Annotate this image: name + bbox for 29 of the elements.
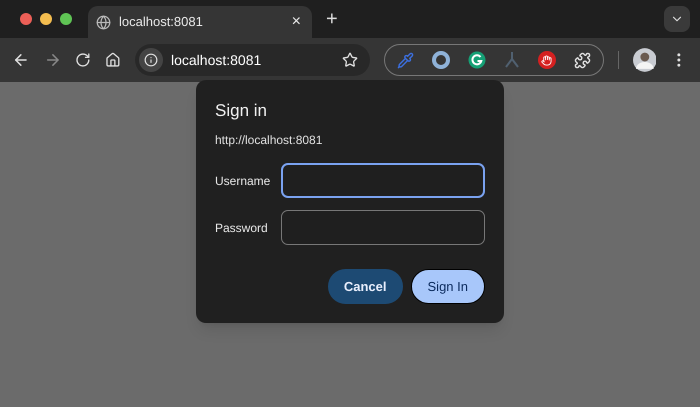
close-window-icon[interactable] [20, 13, 32, 25]
address-bar[interactable]: localhost:8081 [135, 44, 370, 76]
site-info-icon[interactable] [144, 53, 158, 67]
site-origin: http://localhost:8081 [215, 132, 324, 149]
maximize-window-icon[interactable] [60, 13, 72, 25]
cancel-button[interactable]: Cancel [328, 269, 403, 304]
text-field[interactable] [281, 210, 485, 245]
minimize-window-icon[interactable] [40, 13, 52, 25]
ring-icon[interactable] [432, 51, 450, 69]
sign-in-button[interactable]: Sign In [410, 269, 485, 304]
browser-tab[interactable]: localhost:8081 × [88, 6, 312, 38]
extensions-icon[interactable] [574, 52, 591, 68]
reload-icon[interactable] [75, 52, 92, 68]
field-label: Username [215, 172, 272, 190]
new-tab-button[interactable]: + [326, 4, 338, 34]
address-text: localhost:8081 [171, 50, 262, 70]
bookmark-star-icon[interactable] [342, 52, 358, 68]
home-icon[interactable] [105, 52, 121, 68]
text-field[interactable] [281, 163, 485, 198]
dialog-title: Sign in [215, 100, 268, 122]
globe-icon [96, 14, 111, 30]
close-tab-button[interactable]: × [288, 10, 304, 34]
tab-title: localhost:8081 [119, 13, 204, 32]
letter-g-icon[interactable] [468, 51, 486, 69]
tab-search-button[interactable] [664, 6, 690, 32]
stop-hand-icon[interactable] [538, 51, 556, 69]
field-label: Password [215, 220, 269, 236]
avatar-icon[interactable] [632, 48, 656, 72]
eyedropper-icon[interactable] [396, 52, 414, 68]
